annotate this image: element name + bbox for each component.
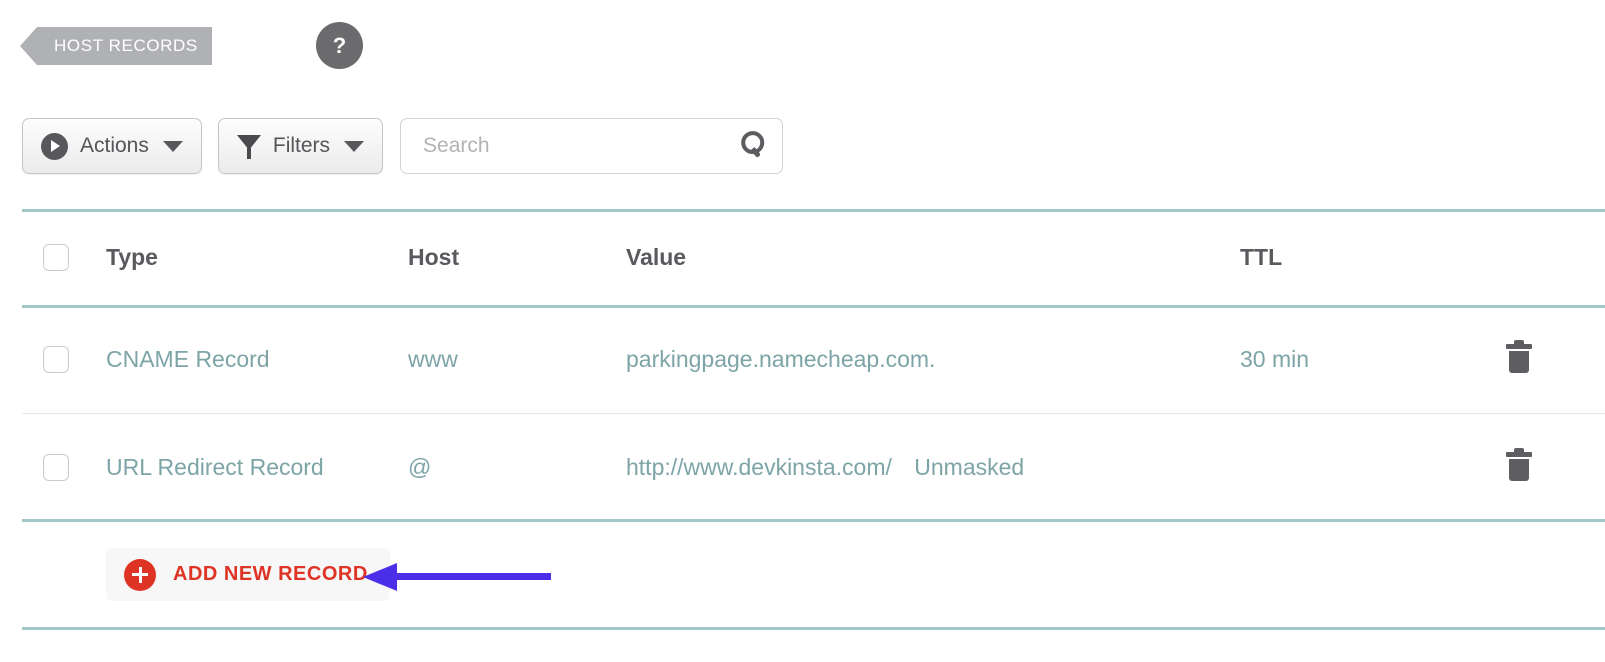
section-ribbon: HOST RECORDS <box>20 27 212 65</box>
row-select-cell <box>22 345 106 373</box>
host-records-ribbon: HOST RECORDS <box>20 27 212 65</box>
ribbon-label: HOST RECORDS <box>54 36 198 55</box>
help-label: ? <box>332 32 347 58</box>
trash-can <box>1509 459 1529 481</box>
trash-icon[interactable] <box>1506 340 1532 374</box>
chevron-down-icon <box>344 140 365 152</box>
row-checkbox[interactable] <box>43 345 69 373</box>
cell-host: @ <box>408 453 432 480</box>
cell-type: URL Redirect Record <box>106 453 324 480</box>
table-header-row: Type Host Value TTL <box>22 210 1605 305</box>
row-select-cell <box>22 453 106 481</box>
column-header-host: Host <box>408 244 460 270</box>
add-new-record-label: ADD NEW RECORD <box>173 563 368 585</box>
play-circle-icon <box>41 132 68 160</box>
table-row[interactable]: CNAME Record www parkingpage.namecheap.c… <box>22 306 1605 412</box>
cell-delete <box>1490 448 1605 482</box>
cell-value: http://www.devkinsta.com/ Unmasked <box>626 454 1240 481</box>
cell-value-text: parkingpage.namecheap.com. <box>626 345 936 372</box>
cell-value-mask: Unmasked <box>914 453 1025 480</box>
left-arrow-icon <box>363 563 551 591</box>
page-bottom-divider <box>22 627 1605 630</box>
search-icon[interactable] <box>733 128 770 165</box>
actions-button[interactable]: Actions <box>22 118 202 174</box>
table-row[interactable]: URL Redirect Record @ http://www.devkins… <box>22 414 1605 520</box>
trash-icon[interactable] <box>1506 448 1532 482</box>
filters-button[interactable]: Filters <box>217 118 384 174</box>
cell-host: www <box>408 345 458 372</box>
table-bottom-divider <box>22 519 1605 522</box>
plus-circle-icon <box>124 558 156 591</box>
column-header-value: Value <box>626 244 687 270</box>
search-input[interactable] <box>421 133 739 159</box>
add-new-record-button[interactable]: ADD NEW RECORD <box>106 548 390 601</box>
funnel-icon <box>236 133 261 159</box>
cell-value-text: http://www.devkinsta.com/ <box>626 453 892 480</box>
select-all-checkbox[interactable] <box>43 244 69 271</box>
column-header-ttl: TTL <box>1240 244 1283 270</box>
chevron-down-icon <box>162 140 183 152</box>
cell-delete <box>1490 340 1605 374</box>
row-checkbox[interactable] <box>43 453 69 481</box>
column-header-type: Type <box>106 244 158 270</box>
cell-type: CNAME Record <box>106 345 270 372</box>
trash-can <box>1509 351 1529 373</box>
trash-lid <box>1506 448 1532 457</box>
ribbon-chevron-icon <box>20 27 46 65</box>
cell-value: parkingpage.namecheap.com. <box>626 346 1240 373</box>
filters-label: Filters <box>272 134 331 157</box>
actions-label: Actions <box>80 134 149 157</box>
cell-ttl: 30 min <box>1240 345 1310 372</box>
search-box[interactable] <box>400 118 784 174</box>
help-question-icon[interactable]: ? <box>316 22 363 69</box>
trash-lid <box>1506 340 1532 349</box>
select-all-cell <box>22 244 106 271</box>
toolbar: Actions Filters <box>22 118 784 174</box>
